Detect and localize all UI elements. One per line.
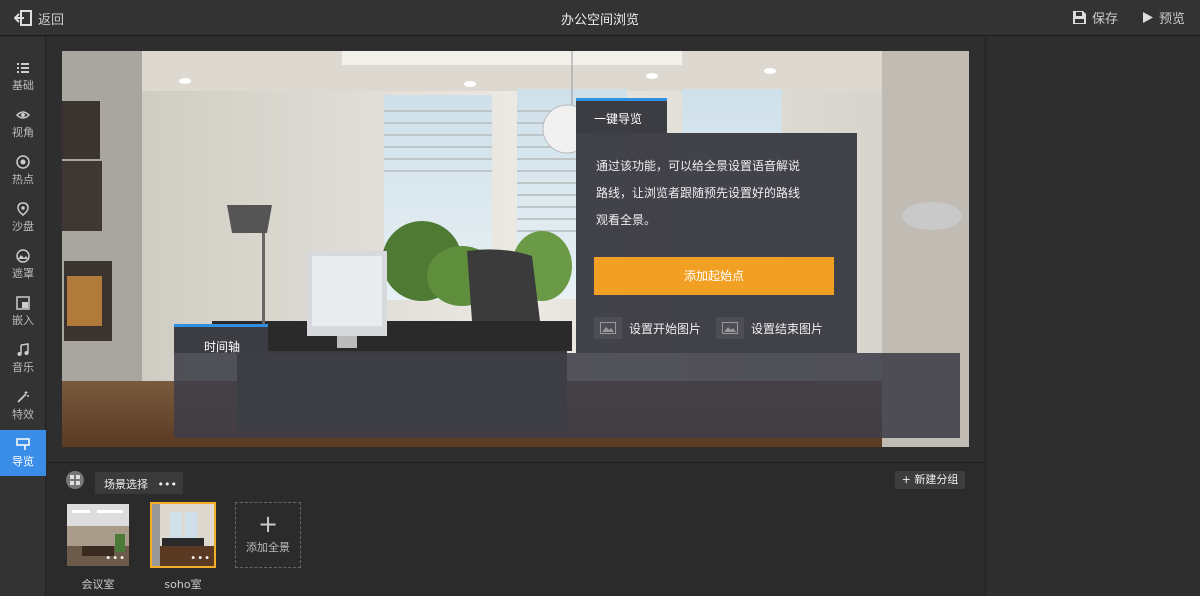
list-icon xyxy=(17,63,29,73)
embed-icon xyxy=(16,296,30,310)
scene-label: 会议室 xyxy=(81,578,115,591)
sidebar-item-effects[interactable]: 特效 xyxy=(0,383,46,429)
add-panorama-label: 添加全景 xyxy=(246,541,290,554)
scene-thumb-soho-room[interactable]: ••• xyxy=(150,502,216,568)
sidebar-item-label: 沙盘 xyxy=(12,220,34,233)
top-bar: 返回 办公空间浏览 保存 预览 xyxy=(0,0,1200,36)
timeline-panel[interactable] xyxy=(174,353,960,438)
sidebar-item-label: 遮罩 xyxy=(12,267,34,280)
sidebar-item-mask[interactable]: 遮罩 xyxy=(0,242,46,288)
image-icon xyxy=(594,317,622,339)
sidebar-item-label: 嵌入 xyxy=(12,314,34,327)
map-pin-icon xyxy=(17,202,29,216)
music-icon xyxy=(17,343,29,356)
more-icon[interactable]: ••• xyxy=(105,553,126,564)
set-end-image-label: 设置结束图片 xyxy=(751,321,824,336)
magic-wand-icon xyxy=(17,391,29,403)
sidebar-item-label: 热点 xyxy=(12,173,34,186)
sidebar-item-label: 基础 xyxy=(12,79,34,92)
more-icon[interactable]: ••• xyxy=(158,478,177,491)
sidebar-item-tour[interactable]: 导览 xyxy=(0,430,46,476)
sidebar-item-embed[interactable]: 嵌入 xyxy=(0,289,46,335)
eye-icon xyxy=(16,111,30,119)
sidebar-item-music[interactable]: 音乐 xyxy=(0,336,46,382)
scene-label: soho室 xyxy=(164,578,202,591)
new-group-label: 新建分组 xyxy=(914,473,959,486)
tab-one-click-tour[interactable]: 一键导览 xyxy=(576,98,667,133)
set-end-image-button[interactable]: 设置结束图片 xyxy=(716,317,823,339)
target-icon xyxy=(16,155,30,169)
tour-icon xyxy=(16,438,30,450)
add-start-point-button[interactable]: 添加起始点 xyxy=(594,257,834,295)
scene-thumbnails: ••• 会议室 ••• soho室 + 添加全景 xyxy=(47,494,984,596)
page-title: 办公空间浏览 xyxy=(560,13,639,28)
tour-description: 通过该功能，可以给全景设置语音解说 路线，让浏览者跟随预先设置好的路线 观看全景… xyxy=(596,159,801,227)
sidebar-item-sandbox[interactable]: 沙盘 xyxy=(0,195,46,241)
mask-icon xyxy=(16,249,30,263)
tab-timeline[interactable]: 时间轴 xyxy=(174,324,268,354)
save-icon xyxy=(1073,11,1086,24)
grid-icon[interactable] xyxy=(66,471,84,489)
tab-scene-select[interactable]: 场景选择 ••• xyxy=(95,472,183,494)
more-icon[interactable]: ••• xyxy=(190,553,211,564)
scene-thumb-meeting-room[interactable]: ••• xyxy=(65,502,131,568)
save-label: 保存 xyxy=(1092,12,1119,27)
sidebar-item-basic[interactable]: 基础 xyxy=(0,54,46,100)
preview-button[interactable]: 预览 xyxy=(1142,8,1185,27)
scene-tab-label: 场景选择 xyxy=(104,478,148,491)
image-icon xyxy=(716,317,744,339)
tour-panel: 通过该功能，可以给全景设置语音解说 路线，让浏览者跟随预先设置好的路线 观看全景… xyxy=(576,133,857,353)
scene-strip-header: 场景选择 ••• + 新建分组 xyxy=(47,462,984,494)
sidebar-item-label: 音乐 xyxy=(12,361,34,374)
plus-icon: + xyxy=(901,473,911,486)
set-start-image-button[interactable]: 设置开始图片 xyxy=(594,317,701,339)
sidebar-item-view[interactable]: 视角 xyxy=(0,101,46,147)
play-icon xyxy=(1143,12,1153,23)
new-group-button[interactable]: + 新建分组 xyxy=(895,471,965,489)
sidebar-item-label: 视角 xyxy=(12,126,34,139)
sidebar-item-label: 导览 xyxy=(12,455,34,468)
set-start-image-label: 设置开始图片 xyxy=(629,321,702,336)
add-panorama-button[interactable]: + 添加全景 xyxy=(235,502,301,568)
plus-icon: + xyxy=(257,510,279,538)
preview-label: 预览 xyxy=(1159,12,1186,27)
right-panel xyxy=(985,37,1200,596)
save-button[interactable]: 保存 xyxy=(1072,8,1118,27)
sidebar-item-label: 特效 xyxy=(12,408,34,421)
sidebar-item-hotspot[interactable]: 热点 xyxy=(0,148,46,194)
sidebar: 基础 视角 热点 沙盘 遮罩 嵌入 音乐 特效 导览 xyxy=(0,37,46,596)
app-root: 返回 办公空间浏览 保存 预览 基础 视角 热点 沙盘 遮罩 嵌入 音乐 特效 … xyxy=(0,0,1200,596)
